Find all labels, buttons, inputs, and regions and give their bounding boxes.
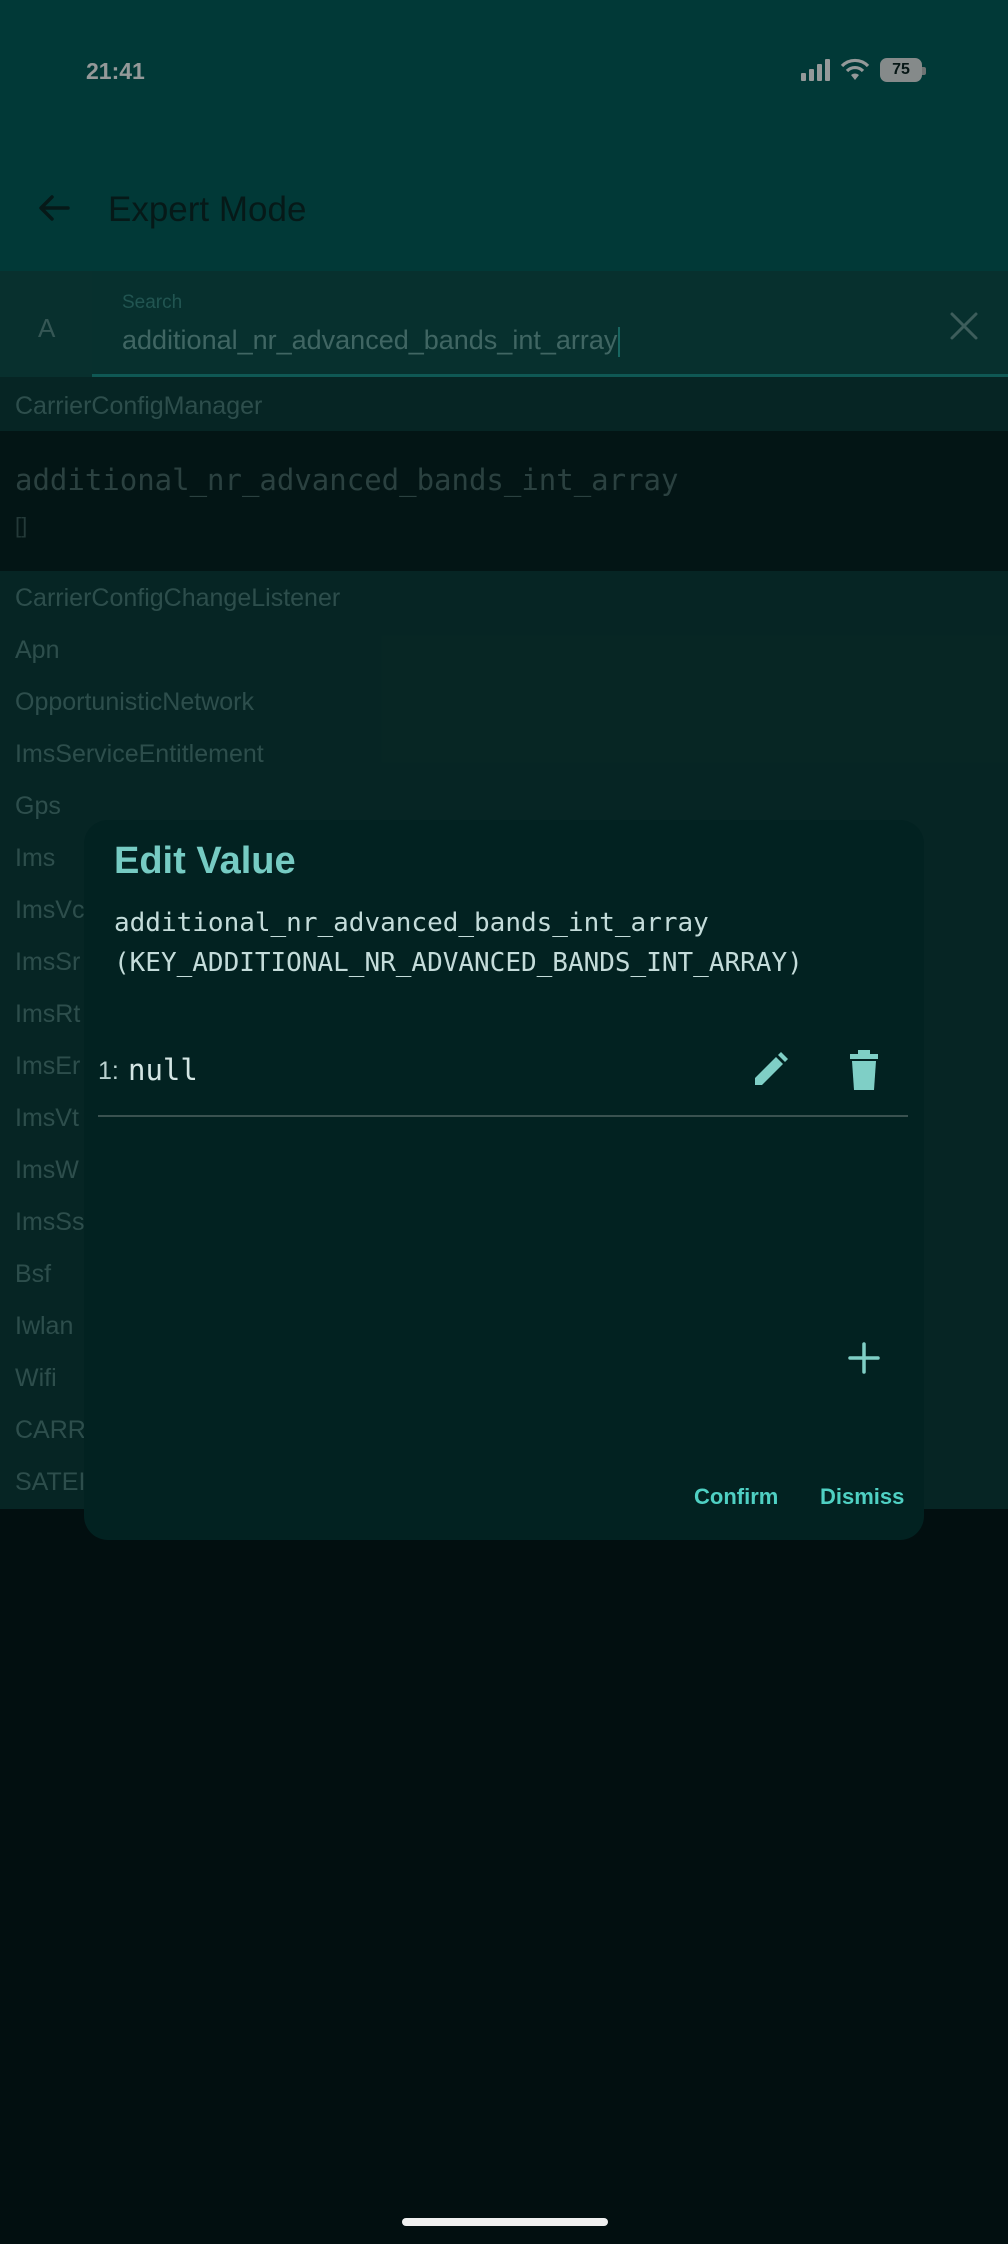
pencil-icon[interactable] [750,1050,790,1090]
array-item-value: null [128,1053,198,1087]
dismiss-button[interactable]: Dismiss [820,1484,904,1510]
confirm-button[interactable]: Confirm [694,1484,778,1510]
array-item-index: 1: [98,1057,119,1085]
home-indicator[interactable] [402,2218,608,2226]
plus-icon[interactable] [846,1340,882,1376]
dialog-key-line: additional_nr_advanced_bands_int_array [114,908,709,938]
dialog-title: Edit Value [114,840,296,882]
trash-icon[interactable] [846,1050,882,1090]
dialog-key-name: additional_nr_advanced_bands_int_array (K… [114,903,803,983]
item-divider [98,1115,908,1117]
dialog-key-constant: (KEY_ADDITIONAL_NR_ADVANCED_BANDS_INT_AR… [114,948,803,978]
